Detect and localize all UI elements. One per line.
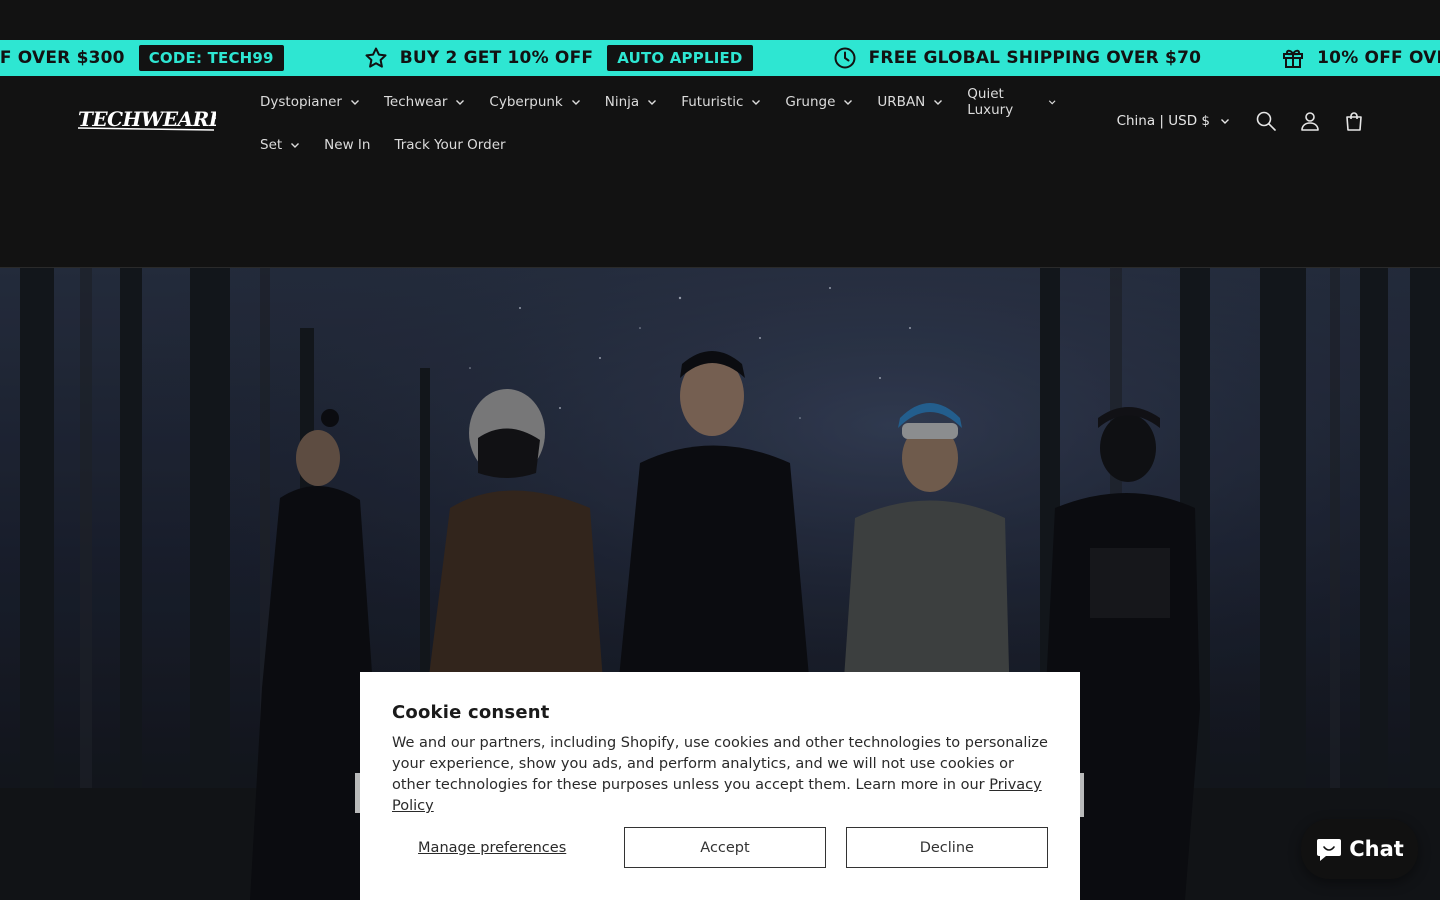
chevron-down-icon [648,99,657,105]
nav-label: Cyberpunk [489,93,563,110]
chevron-down-icon [1048,99,1056,104]
chevron-down-icon [1221,119,1229,124]
cookie-body: We and our partners, including Shopify, … [392,733,1048,817]
locale-selector[interactable]: China | USD $ [1117,113,1230,129]
nav-label: New In [324,136,371,153]
nav-item-techwear[interactable]: Techwear [372,80,477,123]
manage-preferences-button[interactable]: Manage preferences [392,840,592,856]
nav-label: Quiet Luxury [967,85,1014,118]
announcement-text: BUY 2 GET 10% OFF [399,48,594,68]
logo[interactable]: TECHWEARER [76,104,240,134]
star-icon [365,47,387,68]
nav-label: Futuristic [681,93,744,110]
nav-item-ninja[interactable]: Ninja [593,80,669,123]
chevron-down-icon [934,99,943,105]
announcement-text: 10% OFF OVER $300 [0,48,125,68]
chevron-down-icon [456,99,465,105]
chevron-down-icon [571,99,580,105]
search-button[interactable] [1244,99,1288,143]
announcement-item: 10% OFF OVER $300 [1281,46,1440,70]
decline-button[interactable]: Decline [845,827,1048,868]
account-button[interactable] [1288,99,1332,143]
chevron-down-icon [291,142,300,148]
announcement-item: 10% OFF OVER $300 CODE: TECH99 [0,45,284,71]
nav-row: Dystopianer Techwear Cyberpunk Ninja Fut… [248,80,1068,123]
nav-row: Set New In Track Your Order [248,123,1068,166]
nav-item-track-order[interactable]: Track Your Order [382,123,517,166]
user-icon [1301,112,1319,131]
nav-item-quiet-luxury[interactable]: Quiet Luxury [955,80,1068,123]
search-icon [1256,111,1276,131]
chevron-down-icon [844,99,853,105]
cookie-consent-dialog: Cookie consent We and our partners, incl… [360,672,1080,900]
cart-button[interactable] [1332,99,1376,143]
nav-label: Dystopianer [260,93,342,110]
promo-code-badge: AUTO APPLIED [607,45,753,71]
accept-button[interactable]: Accept [624,827,826,868]
nav-label: Set [260,136,283,153]
nav-item-urban[interactable]: URBAN [865,80,955,123]
nav-item-new-in[interactable]: New In [312,123,382,166]
nav-item-grunge[interactable]: Grunge [773,80,865,123]
chevron-down-icon [350,99,359,105]
cookie-title: Cookie consent [392,702,550,723]
chevron-down-icon [752,99,761,105]
locale-label: China | USD $ [1116,113,1210,129]
nav-item-dystopianer[interactable]: Dystopianer [248,80,372,123]
logo-text: TECHWEARER [78,107,216,131]
cookie-actions: Manage preferences Accept Decline [392,827,1048,868]
nav-label: Track Your Order [394,136,506,153]
top-bar [0,0,1440,40]
announcement-item: FREE GLOBAL SHIPPING OVER $70 [833,46,1202,70]
cookie-body-text: We and our partners, including Shopify, … [392,735,1048,793]
nav-item-futuristic[interactable]: Futuristic [669,80,773,123]
nav-label: URBAN [877,93,926,110]
nav-item-set[interactable]: Set [248,123,312,166]
announcement-item: BUY 2 GET 10% OFF AUTO APPLIED [364,45,753,71]
nav-item-cyberpunk[interactable]: Cyberpunk [477,80,592,123]
chat-bubble-icon [1317,839,1342,861]
announcement-text: FREE GLOBAL SHIPPING OVER $70 [868,48,1202,68]
promo-code-badge: CODE: TECH99 [138,45,284,71]
chat-label: Chat [1349,837,1404,861]
nav-label: Techwear [383,93,448,110]
clock-icon [834,47,856,69]
header-actions: China | USD $ [1117,106,1376,136]
chat-button[interactable]: Chat [1301,819,1418,879]
announcement-marquee: 10% OFF OVER $300 CODE: TECH99 BUY 2 GET… [0,40,1440,76]
nav-label: Grunge [785,93,836,110]
gift-icon [1283,49,1304,68]
cart-icon [1346,112,1362,131]
nav-label: Ninja [604,93,640,110]
main-nav: Dystopianer Techwear Cyberpunk Ninja Fut… [248,80,1068,166]
announcement-text: 10% OFF OVER $300 [1317,48,1440,68]
